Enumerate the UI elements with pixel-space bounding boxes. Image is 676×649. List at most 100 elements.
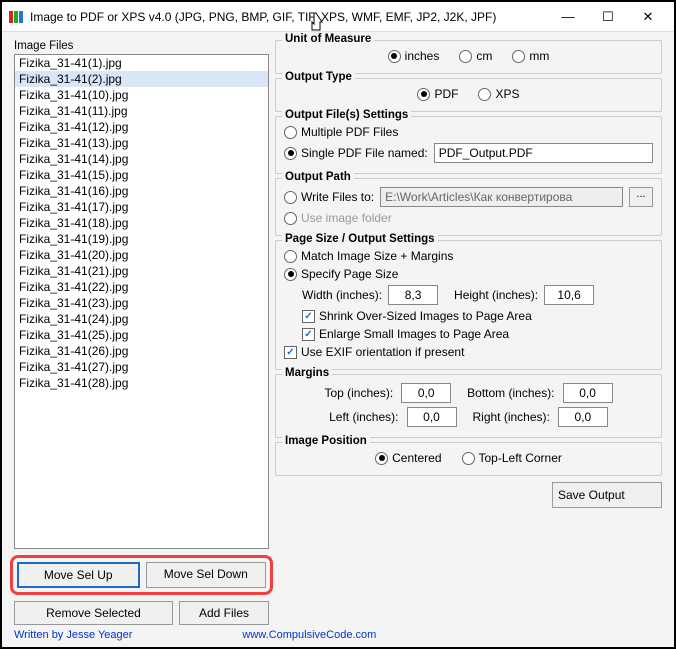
margin-top-label: Top (inches): bbox=[324, 386, 393, 400]
radio-specify-page-size[interactable]: Specify Page Size bbox=[284, 267, 398, 281]
list-item[interactable]: Fizika_31-41(28).jpg bbox=[15, 375, 268, 391]
radio-icon bbox=[388, 50, 401, 63]
check-enlarge[interactable]: Enlarge Small Images to Page Area bbox=[302, 327, 509, 341]
browse-button[interactable]: ... bbox=[629, 187, 653, 207]
list-item[interactable]: Fizika_31-41(17).jpg bbox=[15, 199, 268, 215]
margin-right-label: Right (inches): bbox=[473, 410, 550, 424]
image-position-group: Image Position Centered Top-Left Corner bbox=[275, 442, 662, 476]
footer: Written by Jesse Yeager www.CompulsiveCo… bbox=[2, 629, 674, 647]
list-item[interactable]: Fizika_31-41(1).jpg bbox=[15, 55, 268, 71]
width-input[interactable] bbox=[388, 285, 438, 305]
app-icon bbox=[8, 9, 24, 25]
list-item[interactable]: Fizika_31-41(25).jpg bbox=[15, 327, 268, 343]
radio-centered[interactable]: Centered bbox=[375, 451, 441, 465]
radio-icon bbox=[417, 88, 430, 101]
output-path-title: Output Path bbox=[282, 171, 354, 183]
page-size-title: Page Size / Output Settings bbox=[282, 233, 438, 245]
list-item[interactable]: Fizika_31-41(24).jpg bbox=[15, 311, 268, 327]
output-filename-input[interactable] bbox=[434, 143, 653, 163]
radio-cm[interactable]: cm bbox=[459, 49, 492, 63]
list-item[interactable]: Fizika_31-41(23).jpg bbox=[15, 295, 268, 311]
move-sel-down-button[interactable]: Move Sel Down bbox=[146, 562, 267, 588]
margin-bottom-input[interactable] bbox=[563, 383, 613, 403]
radio-icon bbox=[462, 452, 475, 465]
height-input[interactable] bbox=[544, 285, 594, 305]
image-position-title: Image Position bbox=[282, 435, 370, 447]
check-shrink[interactable]: Shrink Over-Sized Images to Page Area bbox=[302, 309, 532, 323]
window-title: Image to PDF or XPS v4.0 (JPG, PNG, BMP,… bbox=[30, 10, 548, 24]
output-path-group: Output Path Write Files to: ... Use imag… bbox=[275, 178, 662, 236]
unit-title: Unit of Measure bbox=[282, 33, 374, 45]
list-item[interactable]: Fizika_31-41(12).jpg bbox=[15, 119, 268, 135]
radio-icon bbox=[478, 88, 491, 101]
output-type-group: Output Type PDF XPS bbox=[275, 78, 662, 112]
list-item[interactable]: Fizika_31-41(16).jpg bbox=[15, 183, 268, 199]
radio-multiple-pdf[interactable]: Multiple PDF Files bbox=[284, 125, 398, 139]
cursor-pointer-icon bbox=[308, 12, 326, 37]
minimize-button[interactable]: — bbox=[548, 6, 588, 28]
image-files-listbox[interactable]: Fizika_31-41(1).jpgFizika_31-41(2).jpgFi… bbox=[14, 54, 269, 549]
margins-title: Margins bbox=[282, 367, 332, 379]
margins-group: Margins Top (inches): Bottom (inches): L… bbox=[275, 374, 662, 438]
radio-icon bbox=[459, 50, 472, 63]
margin-left-label: Left (inches): bbox=[329, 410, 398, 424]
list-item[interactable]: Fizika_31-41(27).jpg bbox=[15, 359, 268, 375]
radio-icon bbox=[512, 50, 525, 63]
radio-mm[interactable]: mm bbox=[512, 49, 549, 63]
radio-icon bbox=[284, 126, 297, 139]
output-path-input[interactable] bbox=[380, 187, 623, 207]
radio-icon bbox=[284, 268, 297, 281]
radio-inches[interactable]: inches bbox=[388, 49, 440, 63]
list-item[interactable]: Fizika_31-41(10).jpg bbox=[15, 87, 268, 103]
save-output-button[interactable]: Save Output bbox=[552, 482, 662, 508]
output-file-title: Output File(s) Settings bbox=[282, 109, 411, 121]
margin-right-input[interactable] bbox=[558, 407, 608, 427]
add-files-button[interactable]: Add Files bbox=[179, 601, 269, 625]
author-link[interactable]: Written by Jesse Yeager bbox=[14, 629, 132, 641]
maximize-button[interactable]: ☐ bbox=[588, 6, 628, 28]
page-size-group: Page Size / Output Settings Match Image … bbox=[275, 240, 662, 370]
radio-match-image-size[interactable]: Match Image Size + Margins bbox=[284, 249, 453, 263]
radio-top-left[interactable]: Top-Left Corner bbox=[462, 451, 562, 465]
radio-icon bbox=[284, 147, 297, 160]
list-item[interactable]: Fizika_31-41(26).jpg bbox=[15, 343, 268, 359]
list-item[interactable]: Fizika_31-41(22).jpg bbox=[15, 279, 268, 295]
list-item[interactable]: Fizika_31-41(19).jpg bbox=[15, 231, 268, 247]
radio-write-files-to[interactable]: Write Files to: bbox=[284, 190, 374, 204]
list-item[interactable]: Fizika_31-41(18).jpg bbox=[15, 215, 268, 231]
radio-use-image-folder[interactable]: Use image folder bbox=[284, 211, 392, 225]
check-exif[interactable]: Use EXIF orientation if present bbox=[284, 345, 464, 359]
radio-icon bbox=[284, 250, 297, 263]
list-item[interactable]: Fizika_31-41(20).jpg bbox=[15, 247, 268, 263]
list-item[interactable]: Fizika_31-41(15).jpg bbox=[15, 167, 268, 183]
move-sel-up-button[interactable]: Move Sel Up bbox=[17, 562, 140, 588]
titlebar: Image to PDF or XPS v4.0 (JPG, PNG, BMP,… bbox=[2, 2, 674, 32]
close-button[interactable]: ✕ bbox=[628, 6, 668, 28]
radio-icon bbox=[284, 212, 297, 225]
height-label: Height (inches): bbox=[454, 288, 538, 302]
website-link[interactable]: www.CompulsiveCode.com bbox=[242, 629, 376, 641]
list-item[interactable]: Fizika_31-41(13).jpg bbox=[15, 135, 268, 151]
image-files-label: Image Files bbox=[14, 40, 269, 52]
width-label: Width (inches): bbox=[302, 288, 382, 302]
move-buttons-row: Move Sel Up Move Sel Down bbox=[10, 555, 273, 595]
radio-icon bbox=[284, 191, 297, 204]
remove-selected-button[interactable]: Remove Selected bbox=[14, 601, 173, 625]
list-item[interactable]: Fizika_31-41(21).jpg bbox=[15, 263, 268, 279]
checkbox-icon bbox=[302, 310, 315, 323]
app-window: Image to PDF or XPS v4.0 (JPG, PNG, BMP,… bbox=[0, 0, 676, 649]
checkbox-icon bbox=[302, 328, 315, 341]
list-item[interactable]: Fizika_31-41(11).jpg bbox=[15, 103, 268, 119]
list-item[interactable]: Fizika_31-41(14).jpg bbox=[15, 151, 268, 167]
output-type-title: Output Type bbox=[282, 71, 355, 83]
margin-bottom-label: Bottom (inches): bbox=[467, 386, 554, 400]
margin-left-input[interactable] bbox=[407, 407, 457, 427]
unit-of-measure-group: Unit of Measure inches cm mm bbox=[275, 40, 662, 74]
radio-single-pdf[interactable]: Single PDF File named: bbox=[284, 146, 428, 160]
radio-xps[interactable]: XPS bbox=[478, 87, 519, 101]
radio-pdf[interactable]: PDF bbox=[417, 87, 458, 101]
list-item[interactable]: Fizika_31-41(2).jpg bbox=[15, 71, 268, 87]
checkbox-icon bbox=[284, 346, 297, 359]
output-file-settings-group: Output File(s) Settings Multiple PDF Fil… bbox=[275, 116, 662, 174]
margin-top-input[interactable] bbox=[401, 383, 451, 403]
